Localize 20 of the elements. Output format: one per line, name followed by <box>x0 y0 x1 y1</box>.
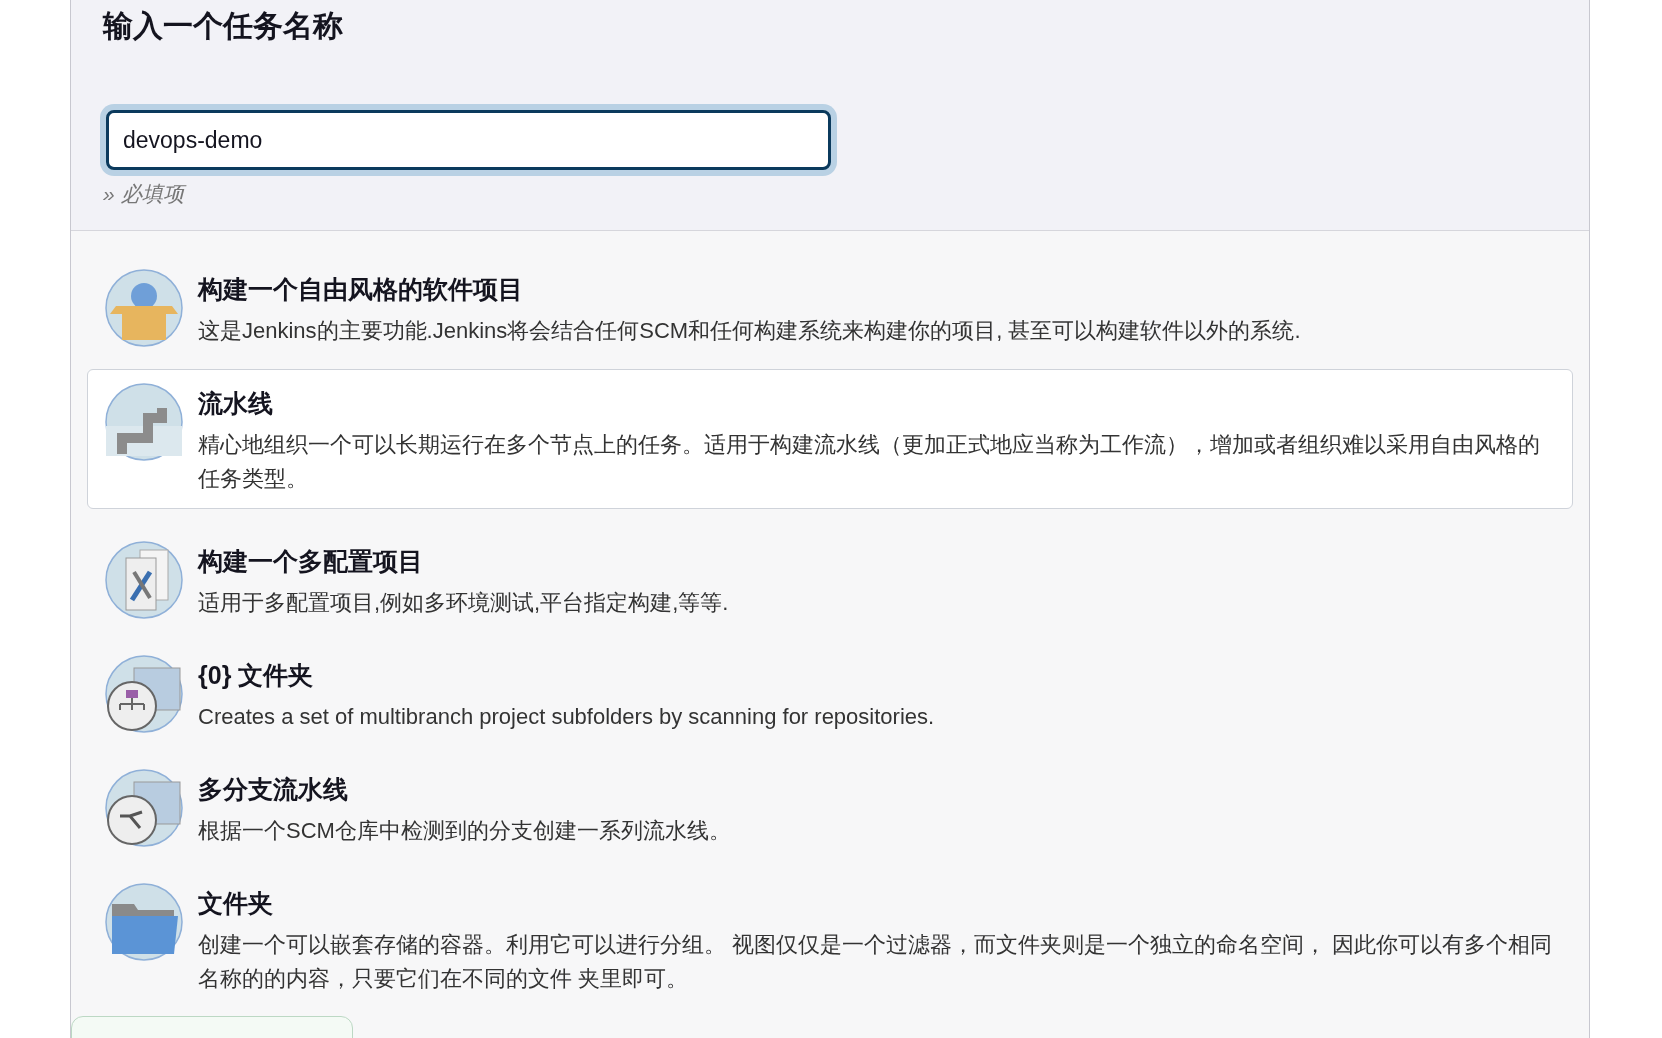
option-description: 精心地组织一个可以长期运行在多个节点上的任务。适用于构建流水线（更加正式地应当称为工作流），增加或者组织难以采用自由风格的任务类型。 <box>198 431 1541 493</box>
option-title: 构建一个多配置项目 <box>198 546 424 577</box>
job-type-option[interactable]: 构建一个多配置项目 适用于多配置项目,例如多环境测试,平台指定构建,等等. <box>87 527 1573 637</box>
option-title: 构建一个自由风格的软件项目 <box>198 274 524 305</box>
option-description: 创建一个可以嵌套存储的容器。利用它可以进行分组。 视图仅仅是一个过滤器，而文件夹则是一个独立的命名空间， 因此你可以有多个相同名称的的内容，只要它们在不同的文件 夹里即可。 <box>198 931 1554 993</box>
job-type-option[interactable]: {0} 文件夹 Creates a set of multibranch project subfolders by scanning for repositories. <box>87 641 1573 751</box>
option-title: {0} 文件夹 <box>198 660 315 691</box>
option-title: 多分支流水线 <box>198 774 349 805</box>
name-input[interactable]: devops-demo <box>106 110 831 170</box>
job-type-option[interactable]: 多分支流水线 根据一个SCM仓库中检测到的分支创建一系列流水线。 <box>87 755 1573 865</box>
option-title: 流水线 <box>198 388 274 419</box>
option-description: Creates a set of multibranch project subfolders by scanning for repositories. <box>198 703 935 731</box>
job-type-option[interactable]: 构建一个自由风格的软件项目 这是Jenkins的主要功能.Jenkins将会结合任何SCM和任何构建系统来构建你的项目, 甚至可以构建软件以外的系统. <box>87 255 1573 365</box>
job-type-option[interactable]: 文件夹 创建一个可以嵌套存储的容器。利用它可以进行分组。 视图仅仅是一个过滤器，而文件夹则是一个独立的命名空间， 因此你可以有多个相同名称的的内容，只要它们在不同的文件 夹里即可。 <box>87 869 1573 1009</box>
page-title: 输入一个任务名称 <box>103 8 344 44</box>
option-description: 根据一个SCM仓库中检测到的分支创建一系列流水线。 <box>198 817 731 845</box>
option-title: 文件夹 <box>198 888 274 919</box>
option-description: 适用于多配置项目,例如多环境测试,平台指定构建,等等. <box>198 589 729 617</box>
option-description: 这是Jenkins的主要功能.Jenkins将会结合任何SCM和任何构建系统来构建你的项目, 甚至可以构建软件以外的系统. <box>198 317 1301 345</box>
job-type-option[interactable]: 流水线 精心地组织一个可以长期运行在多个节点上的任务。适用于构建流水线（更加正式地应当称为工作流），增加或者组织难以采用自由风格的任务类型。 <box>87 369 1573 509</box>
